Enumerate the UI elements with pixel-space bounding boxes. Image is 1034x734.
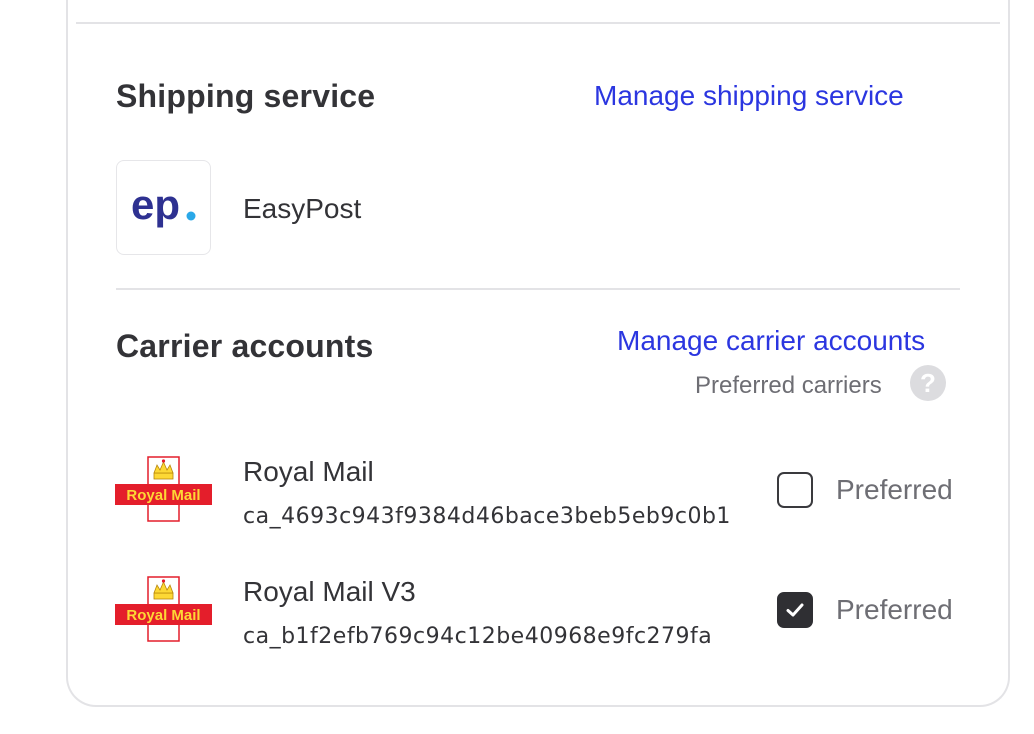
manage-carrier-accounts-link[interactable]: Manage carrier accounts: [617, 325, 925, 357]
royal-mail-logo: Royal Mail: [115, 576, 212, 642]
checkmark-icon: [786, 603, 804, 617]
royal-mail-logo: Royal Mail: [115, 456, 212, 522]
shipping-service-title: Shipping service: [116, 78, 376, 114]
carrier-name: Royal Mail V3: [243, 576, 416, 607]
preferred-carriers-label: Preferred carriers: [695, 372, 882, 399]
preferred-label: Preferred: [836, 594, 953, 625]
top-divider: [76, 22, 1000, 24]
carrier-row: Royal Mail Royal Mail ca_4693c943f9384d4…: [0, 440, 1034, 550]
question-circle-icon[interactable]: ?: [910, 365, 946, 401]
easypost-logo-text: ep: [131, 185, 180, 228]
preferred-checkbox[interactable]: [777, 472, 813, 508]
carrier-row: Royal Mail Royal Mail V3 ca_b1f2efb769c9…: [0, 560, 1034, 670]
preferred-label: Preferred: [836, 474, 953, 505]
section-divider: [116, 288, 960, 290]
svg-text:Royal Mail: Royal Mail: [126, 487, 200, 504]
shipping-service-name: EasyPost: [243, 193, 362, 224]
preferred-checkbox[interactable]: [777, 592, 813, 628]
svg-text:Royal Mail: Royal Mail: [126, 607, 200, 624]
carrier-account-id: ca_4693c943f9384d46bace3beb5eb9c0b1: [243, 504, 731, 529]
carrier-name: Royal Mail: [243, 456, 374, 487]
easypost-logo-icon: ep: [131, 185, 195, 228]
manage-shipping-service-link[interactable]: Manage shipping service: [594, 80, 904, 112]
carrier-accounts-title: Carrier accounts: [116, 328, 374, 364]
easypost-logo: ep: [116, 160, 211, 255]
carrier-account-id: ca_b1f2efb769c94c12be40968e9fc279fa: [243, 624, 713, 649]
